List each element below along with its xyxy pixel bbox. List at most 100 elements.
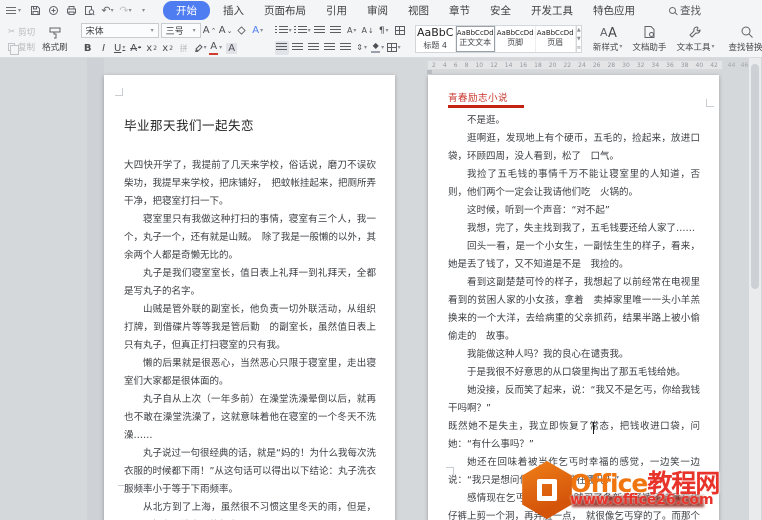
command-search[interactable]: 查找 (669, 3, 701, 18)
tab-6[interactable]: 章节 (439, 1, 480, 20)
paragraph[interactable]: 她没接，反而笑了起来，说：“我又不是乞丐，你给我钱干吗啊？” (448, 382, 700, 418)
horizontal-ruler[interactable]: 2 4 6 8 10 12 14 16 18 20 22 24 26 28 30 32 34 36 38 40 42 (427, 60, 723, 70)
paragraph[interactable]: 从北方到了上海，虽然很不习惯这里冬天的雨，但是，更不习惯丸子洗衣服的频率。 (124, 499, 376, 520)
line-spacing-button[interactable]: ⇕ ▾ (355, 41, 369, 55)
style-preset-2[interactable]: AaBbCcDd 页脚 (496, 26, 536, 52)
align-left-icon (276, 43, 288, 52)
ruler-tick: 38 (680, 61, 689, 69)
highlight-button[interactable]: ▾ (193, 41, 207, 55)
paragraph[interactable]: 寝室里只有我做这种打扫的事情，寝室有三个人，我一个，丸子一个，还有就是山贼。 除… (124, 211, 376, 265)
page-1-body[interactable]: 毕业那天我们一起失恋 大四快开学了，我提前了几天来学校，俗话说，磨刀不误砍柴功，… (104, 75, 395, 520)
grow-font-button[interactable]: A ⌃ (203, 24, 217, 38)
main-menu-button[interactable]: ▾ (6, 6, 21, 15)
document-title[interactable]: 毕业那天我们一起失恋 (124, 115, 376, 134)
bullet-list-button[interactable]: ▾ (274, 24, 292, 38)
page-2-body[interactable]: 不是逛。 逛啊逛，发现地上有个硬币，五毛的，捡起来，放进口袋，环顾四周，没人看到，… (428, 75, 719, 520)
paragraph[interactable]: 懒的后果就是很恶心，当然恶心只限于寝室里，走出寝室们大家都是很体面的。 (124, 355, 376, 391)
justify-button[interactable] (323, 41, 337, 55)
paragraph[interactable]: 我捡了五毛钱的事情千万不能让寝室里的人知道，否则，他们两个一定会让我请他们吃 火… (448, 166, 700, 202)
text-tools-button[interactable]: 文本工具 ▾ (671, 23, 719, 55)
scroll-up-icon[interactable]: ▲ (577, 26, 581, 35)
output-pdf-button[interactable] (45, 3, 62, 18)
print-button[interactable] (63, 3, 80, 18)
indent-marker[interactable] (427, 70, 432, 74)
increase-indent-button[interactable] (329, 24, 343, 38)
redo-button[interactable]: ↷ ▾ (117, 3, 134, 18)
find-replace-button[interactable]: 查找替换▾ (723, 23, 762, 55)
bold-button[interactable]: B (81, 41, 95, 55)
print-preview-button[interactable] (81, 3, 98, 18)
strikethrough-button[interactable]: A ▾ (129, 41, 143, 55)
numbered-list-button[interactable]: ▾ (293, 24, 311, 38)
page-1[interactable]: 毕业那天我们一起失恋 大四快开学了，我提前了几天来学校，俗话说，磨刀不误砍柴功，… (104, 75, 395, 520)
superscript-button[interactable]: x2 (145, 41, 159, 55)
show-marks-button[interactable]: ¶ ▾ (377, 24, 391, 38)
copy-icon (8, 42, 19, 55)
borders-button[interactable]: ▾ (386, 41, 401, 55)
style-preset-3[interactable]: AaBbCcDd 页眉 (536, 26, 576, 52)
paragraph[interactable]: 看到这副楚楚可怜的样子，我想起了以前经常在电视里看到的贫困人家的小女孩，拿着 卖… (448, 274, 700, 346)
gallery-expand-icon[interactable]: ≡ (577, 43, 581, 52)
style-gallery-scroll[interactable]: ▲ ▼ ≡ (576, 25, 582, 53)
align-center-button[interactable] (291, 41, 305, 55)
paragraph[interactable]: 既然她不是失主，我立即恢复了常态，把钱收进口袋，问她：“有什么事吗？” (448, 418, 700, 454)
char-shading-button[interactable]: A (225, 41, 239, 55)
paragraph[interactable]: 我能做这种人吗？我的良心在谴责我。 (448, 346, 700, 364)
paragraph[interactable]: 于是我很不好意思的从口袋里掏出了那五毛钱给她。 (448, 364, 700, 382)
paragraph[interactable]: 回头一看，是一个小女生，一副怯生生的样子，看来，她是丢了钱了，又不知道是不是 我… (448, 238, 700, 274)
shrink-font-button[interactable]: A ⌄ (219, 24, 233, 38)
scroll-down-icon[interactable]: ▼ (577, 35, 581, 44)
paragraph[interactable]: 我想，完了，失主找到我了，五毛钱要还给人家了…… (448, 220, 700, 238)
paragraph[interactable]: 山贼是管外联的副室长，他负责一切外联活动，从组织打牌，到借碟片等等我是管后勤 的… (124, 301, 376, 355)
tab-7[interactable]: 安全 (480, 1, 521, 20)
paragraph[interactable]: 大四快开学了，我提前了几天来学校，俗话说，磨刀不误砍柴功，我提早来学校，把床铺好… (124, 157, 376, 211)
tab-3[interactable]: 引用 (316, 1, 357, 20)
style-preset-0[interactable]: AaBbC 标题 4 (416, 26, 456, 52)
tab-1[interactable]: 插入 (213, 1, 254, 20)
tab-0[interactable]: 开始 (163, 1, 211, 20)
undo-button[interactable]: ↶ ▾ (99, 3, 116, 18)
paragraph[interactable]: 逛啊逛，发现地上有个硬币，五毛的，捡起来，放进口袋，环顾四周，没人看到，松了 口… (448, 130, 700, 166)
decrease-indent-button[interactable] (313, 24, 327, 38)
paragraph[interactable]: 这时候，听到一个声音：“对不起” (448, 202, 700, 220)
paragraph[interactable]: 丸子自从上次（一年多前）在澡堂洗澡晕倒以后，就再也不敢在澡堂洗澡了，这就意味着他… (124, 391, 376, 445)
vertical-scrollbar[interactable] (749, 58, 761, 520)
ruler-tick: 36 (666, 61, 674, 69)
font-size-select[interactable]: 三号 ▾ (160, 23, 201, 38)
tab-5[interactable]: 视图 (398, 1, 439, 20)
align-right-button[interactable] (307, 41, 321, 55)
scrollbar-thumb[interactable] (751, 64, 759, 289)
char-scale-button[interactable]: A ▾ (345, 24, 359, 38)
paragraph[interactable]: 丸子说过一句很经典的话，就是“妈的！为什么我每次洗衣服的时候都下雨！”从这句话可… (124, 445, 376, 499)
text-effects-button[interactable]: A ▾ (251, 24, 265, 38)
style-preset-1[interactable]: AaBbCcDd 正文文本 (456, 26, 496, 52)
cut-button[interactable]: ✂ 剪切 (8, 26, 35, 38)
ruler-tick: 32 (636, 61, 645, 69)
new-style-button[interactable]: AA 新样式 ▾ (588, 23, 628, 55)
underline-button[interactable]: U ▾ (113, 41, 127, 55)
page-2[interactable]: 青春励志小说 不是逛。 逛啊逛，发现地上有个硬币，五毛的，捡起来，放进口袋，环顾四… (428, 75, 719, 520)
distribute-button[interactable] (339, 41, 353, 55)
subscript-button[interactable]: x2 (161, 41, 175, 55)
align-left-button[interactable] (274, 40, 289, 55)
clear-format-button[interactable] (235, 24, 249, 38)
document-assistant-button[interactable]: 文档助手 (627, 23, 671, 55)
tab-4[interactable]: 审阅 (357, 1, 398, 20)
pinyin-guide-button[interactable]: 拼 (177, 41, 191, 55)
paragraph[interactable]: 丸子是我们寝室室长，值日表上礼拜一到礼拜天，全都是写丸子的名字。 (124, 265, 376, 301)
sort-button[interactable]: A ↓ (361, 24, 375, 38)
font-color-button[interactable]: A ▾ (209, 41, 223, 55)
tab-9[interactable]: 特色应用 (583, 1, 645, 20)
italic-button[interactable]: I (97, 41, 111, 55)
copy-button[interactable]: 复制 (8, 41, 35, 55)
font-family-select[interactable]: 宋体 ▾ (80, 23, 159, 38)
customize-toolbar-button[interactable]: ▾ (135, 3, 152, 18)
insert-table-button[interactable] (393, 24, 407, 38)
tab-2[interactable]: 页面布局 (254, 1, 316, 20)
paragraph[interactable]: 不是逛。 (448, 112, 700, 130)
format-painter-button[interactable]: 格式刷 (38, 26, 72, 53)
tab-8[interactable]: 开发工具 (521, 1, 583, 20)
page-header[interactable]: 青春励志小说 (448, 90, 524, 108)
save-button[interactable] (27, 3, 44, 18)
shading-button[interactable]: ◆ ▾ (371, 41, 385, 55)
